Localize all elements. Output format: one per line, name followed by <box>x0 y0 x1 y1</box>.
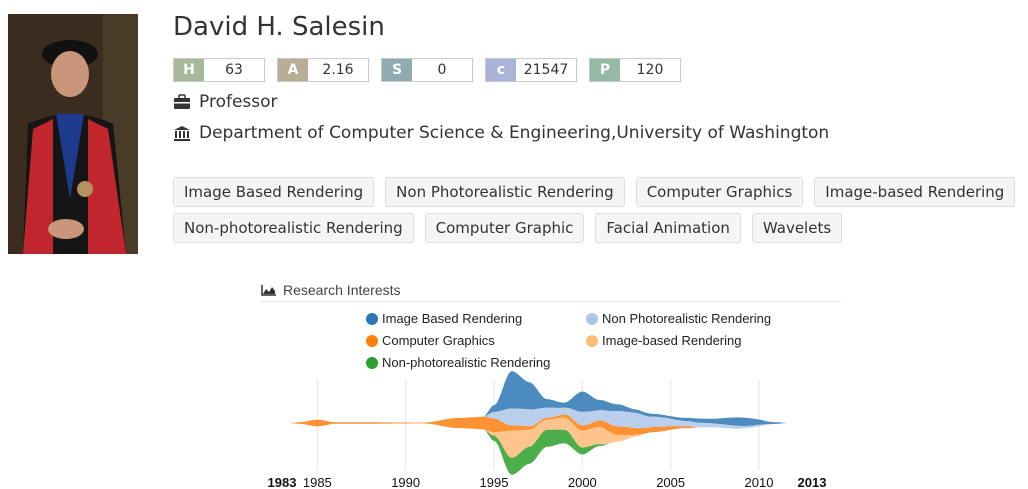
x-tick-label: 2013 <box>798 475 827 489</box>
stream-non-photorealistic-rendering[interactable] <box>282 423 812 475</box>
x-tick-label: 1985 <box>303 475 332 489</box>
x-tick-label: 2010 <box>745 475 774 489</box>
x-tick-label: 2005 <box>656 475 685 489</box>
streamgraph-chart: 1983 1985 1990 1995 2000 2005 2010 2013 <box>268 371 827 489</box>
x-tick-label: 1983 <box>268 475 297 489</box>
x-tick-label: 2000 <box>568 475 597 489</box>
x-tick-label: 1990 <box>391 475 420 489</box>
x-tick-label: 1995 <box>480 475 509 489</box>
